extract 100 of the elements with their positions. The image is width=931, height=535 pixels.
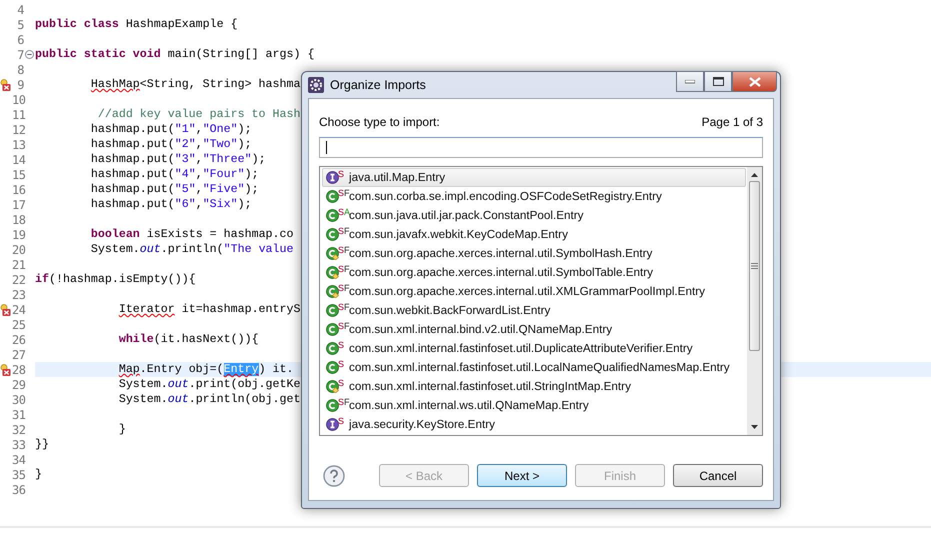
line-number: 22 [12, 272, 24, 286]
line-number: 29 [12, 378, 24, 392]
type-list-item[interactable]: S com.sun.xml.internal.fastinfoset.util.DuplicateAttributeVerifier.Entry [322, 339, 746, 358]
line-number: 26 [12, 332, 24, 346]
minimize-icon [685, 80, 695, 84]
code-line: System.out.println(obj.get [118, 392, 300, 407]
type-name: com.sun.webkit.BackForwardList.Entry [349, 304, 550, 317]
scroll-up-icon[interactable] [751, 173, 758, 177]
code-line: } [118, 422, 126, 437]
prompt-label: Choose type to import: [319, 115, 440, 129]
code-line: hashmap.put("1","One"); [90, 122, 252, 137]
line-number: 17 [12, 198, 24, 212]
code-line: while(it.hasNext()){ [118, 332, 259, 347]
modifier-mark: F [344, 302, 350, 312]
code-line: System.out.println("The value [90, 242, 294, 257]
line-number: 35 [12, 468, 24, 482]
modifier-mark: S [338, 264, 344, 274]
scrollbar[interactable] [747, 167, 762, 435]
type-name: com.sun.javafx.webkit.KeyCodeMap.Entry [349, 228, 568, 241]
line-number: 12 [12, 122, 24, 136]
code-line: hashmap.put("5","Five"); [90, 182, 259, 197]
modifier-mark: S [338, 340, 344, 350]
type-name: com.sun.xml.internal.ws.util.QNameMap.Entry [349, 399, 589, 412]
page-indicator: Page 1 of 3 [702, 115, 763, 129]
maximize-icon [712, 77, 724, 86]
modifier-mark: F [344, 188, 350, 198]
modifier-mark: F [344, 397, 350, 407]
line-number: 8 [16, 62, 24, 76]
modifier-mark: S [338, 245, 344, 255]
dialog-button[interactable]: Cancel [673, 464, 763, 487]
line-number: 34 [12, 452, 24, 466]
modifier-mark: F [344, 245, 350, 255]
collapse-icon[interactable] [25, 50, 34, 59]
line-number: 11 [12, 108, 24, 122]
modifier-mark: S [338, 397, 344, 407]
modifier-mark: S [338, 359, 344, 369]
code-line: System.out.print(obj.getKe [118, 377, 300, 392]
modifier-mark: S [338, 188, 344, 198]
code-line: if(!hashmap.isEmpty()){ [35, 272, 196, 287]
close-button[interactable] [732, 71, 777, 92]
modifier-mark: S [338, 226, 344, 236]
type-name: com.sun.java.util.jar.pack.ConstantPool.Entry [349, 209, 584, 222]
line-number: 6 [16, 32, 24, 46]
line-number: 36 [12, 482, 24, 496]
code-line: hashmap.put("2","Two"); [90, 137, 252, 152]
modifier-mark: S [338, 321, 344, 331]
dialog-button[interactable]: Next > [477, 464, 567, 487]
maximize-button[interactable] [704, 71, 732, 92]
type-list-item[interactable]: S java.util.Map.Entry [322, 168, 746, 187]
line-number: 16 [12, 182, 24, 196]
line-number: 28 [12, 362, 24, 376]
line-number: 14 [12, 152, 24, 166]
line-number: 30 [12, 392, 24, 406]
type-name: com.sun.org.apache.xerces.internal.util.SymbolHash.Entry [349, 247, 652, 260]
line-number: 15 [12, 168, 24, 182]
code-line: } [35, 467, 42, 482]
code-line: }} [35, 437, 49, 452]
grip-icon [751, 263, 758, 269]
code-line: public static void main(String[] args) { [35, 47, 314, 62]
type-name: java.util.Map.Entry [349, 171, 446, 184]
type-name: com.sun.org.apache.xerces.internal.util.SymbolTable.Entry [349, 266, 654, 279]
code-line: public class HashmapExample { [35, 17, 238, 32]
line-number: 21 [12, 258, 24, 272]
code-line: hashmap.put("6","Six"); [90, 197, 252, 212]
line-number: 10 [12, 92, 24, 106]
type-name: com.sun.org.apache.xerces.internal.util.XMLGrammarPoolImpl.Entry [349, 285, 705, 298]
scroll-down-icon[interactable] [751, 425, 758, 429]
line-number: 7 [16, 48, 24, 62]
minimize-button[interactable] [676, 71, 704, 92]
type-name: com.sun.xml.internal.bind.v2.util.QNameMap.Entry [349, 323, 612, 336]
close-icon [748, 76, 760, 86]
code-line: //add key value pairs to Hash [96, 107, 300, 122]
modifier-mark: S [338, 378, 344, 388]
modifier-mark: A [344, 207, 350, 217]
modifier-mark: S [338, 207, 344, 217]
code-line: hashmap.put("4","Four"); [90, 167, 259, 182]
line-number: 32 [12, 422, 24, 436]
code-line: HashMap<String, String> hashma [90, 77, 300, 92]
line-number: 31 [12, 408, 24, 422]
code-line: Iterator it=hashmap.entryS [118, 302, 300, 317]
type-name: com.sun.xml.internal.fastinfoset.util.DuplicateAttributeVerifier.Entry [349, 342, 693, 355]
line-number: 5 [16, 18, 24, 32]
type-name: com.sun.xml.internal.fastinfoset.util.LocalNameQualifiedNamesMap.Entry [349, 361, 730, 374]
type-name: com.sun.corba.se.impl.encoding.OSFCodeSetRegistry.Entry [349, 190, 662, 203]
modifier-mark: S [338, 416, 344, 426]
line-number: 23 [12, 288, 24, 302]
code-line: hashmap.put("3","Three"); [90, 152, 266, 167]
gear-icon [308, 77, 324, 93]
modifier-mark: S [338, 302, 344, 312]
line-number: 19 [12, 228, 24, 242]
filter-field[interactable] [319, 137, 763, 158]
line-number: 25 [12, 318, 24, 332]
help-icon[interactable] [323, 464, 345, 486]
type-list-item[interactable]: S java.security.KeyStore.Entry [322, 415, 746, 434]
line-number: 4 [16, 2, 24, 16]
type-list-item[interactable]: S com.sun.xml.internal.fastinfoset.util.StringIntMap.Entry [322, 377, 746, 396]
line-number: 27 [12, 348, 24, 362]
line-number: 9 [16, 78, 24, 92]
modifier-mark: F [344, 226, 350, 236]
modifier-mark: F [344, 321, 350, 331]
